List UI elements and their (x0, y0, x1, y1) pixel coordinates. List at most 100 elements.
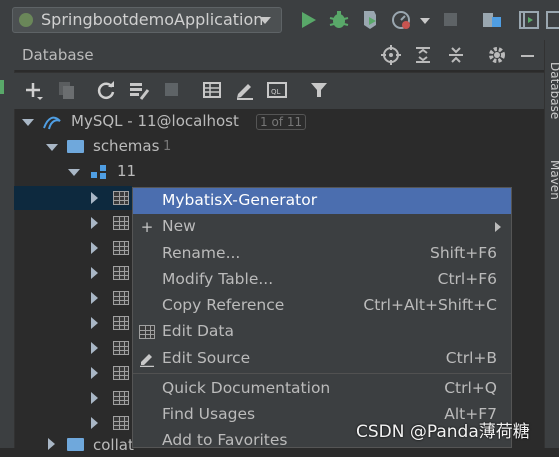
more-icon[interactable] (545, 8, 559, 32)
chevron-right-icon[interactable] (91, 192, 98, 204)
table-icon (113, 341, 129, 355)
schema-icon (91, 165, 106, 179)
connection-badge: 1 of 11 (256, 114, 307, 130)
table-icon (113, 216, 129, 230)
menu-item-modify-table[interactable]: Modify Table... Ctrl+F6 (133, 267, 511, 293)
menu-item-quick-documentation[interactable]: Quick Documentation Ctrl+Q (133, 376, 511, 402)
chevron-right-icon[interactable] (91, 317, 98, 329)
menu-item-label: Copy Reference (162, 296, 285, 314)
table-icon (113, 191, 129, 205)
table-icon (113, 316, 129, 330)
pencil-icon (140, 354, 154, 367)
table-icon (113, 366, 129, 380)
tree-row-schemas[interactable]: schemas 1 (14, 135, 544, 160)
run-configuration-name: SpringbootdemoApplication (41, 10, 264, 29)
menu-item-label: New (162, 217, 196, 235)
menu-item-label: Add to Favorites (162, 431, 288, 449)
plus-icon: + (140, 218, 154, 236)
menu-item-mybatisx-generator[interactable]: MybatisX-Generator (133, 188, 511, 214)
menu-item-label: MybatisX-Generator (162, 191, 318, 209)
menu-item-shortcut: Ctrl+Alt+Shift+C (363, 296, 497, 314)
project-structure-icon[interactable] (480, 8, 504, 32)
edit-icon[interactable] (234, 79, 256, 101)
menu-item-edit-data[interactable]: Edit Data (133, 319, 511, 345)
menu-item-label: Rename... (162, 244, 241, 262)
profiler-icon[interactable] (389, 8, 413, 32)
menu-item-rename[interactable]: Rename... Shift+F6 (133, 241, 511, 267)
collapse-all-icon[interactable] (446, 45, 466, 65)
menu-item-shortcut: Ctrl+Q (444, 379, 497, 397)
chevron-down-icon[interactable] (420, 18, 430, 24)
maven-side-tab[interactable]: Maven (548, 160, 559, 200)
menu-item-shortcut: Ctrl+B (445, 349, 497, 367)
menu-item-label: Modify Table... (162, 270, 274, 288)
connection-label: MySQL - 11@localhost (71, 112, 239, 130)
filter-icon[interactable] (308, 79, 330, 101)
chevron-right-icon[interactable] (91, 217, 98, 229)
menu-item-shortcut: Ctrl+F6 (437, 270, 497, 288)
chevron-right-icon[interactable] (91, 242, 98, 254)
run-icon[interactable] (296, 8, 320, 32)
schemas-count: 1 (163, 139, 172, 154)
chevron-down-icon (259, 17, 271, 24)
menu-separator (133, 373, 511, 374)
chevron-right-icon[interactable] (48, 438, 55, 450)
chevron-right-icon[interactable] (91, 342, 98, 354)
mysql-icon (43, 116, 61, 130)
left-strip-marker (0, 80, 4, 94)
submenu-arrow-icon (495, 222, 501, 232)
menu-item-label: Quick Documentation (162, 379, 331, 397)
add-icon[interactable] (22, 79, 44, 101)
table-icon (139, 324, 155, 340)
stop-icon[interactable] (444, 13, 457, 26)
duplicate-icon[interactable] (55, 79, 77, 101)
menu-item-copy-reference[interactable]: Copy Reference Ctrl+Alt+Shift+C (133, 293, 511, 319)
chevron-right-icon[interactable] (91, 392, 98, 404)
svg-text:QL: QL (271, 88, 281, 96)
table-editor-icon[interactable] (201, 79, 223, 101)
menu-item-label: Find Usages (162, 405, 256, 423)
database-side-tab[interactable]: Database (548, 62, 559, 119)
chevron-down-icon[interactable] (22, 119, 34, 126)
coverage-icon[interactable] (358, 8, 382, 32)
database-panel-title: Database (22, 46, 94, 64)
run-configuration-selector[interactable]: SpringbootdemoApplication (12, 7, 282, 33)
chevron-down-icon[interactable] (68, 169, 80, 176)
schemas-label: schemas (93, 137, 160, 155)
terminal-icon[interactable] (517, 8, 541, 32)
table-icon (139, 325, 155, 339)
refresh-icon[interactable] (95, 79, 117, 101)
chevron-right-icon[interactable] (91, 292, 98, 304)
watermark: CSDN @Panda薄荷糖 (356, 422, 530, 442)
query-console-icon[interactable]: QL (266, 79, 288, 101)
table-icon (113, 416, 129, 430)
table-icon (113, 391, 129, 405)
table-icon (113, 291, 129, 305)
menu-item-label: Edit Data (162, 322, 234, 340)
menu-item-shortcut: Shift+F6 (430, 244, 497, 262)
left-tool-strip (0, 40, 15, 448)
spring-boot-icon (19, 13, 33, 27)
minimize-icon[interactable] (521, 55, 534, 57)
table-icon (113, 241, 129, 255)
stop-icon[interactable] (165, 83, 178, 96)
schema-sync-icon[interactable] (128, 79, 150, 101)
collations-label: collat (93, 436, 134, 454)
debug-icon[interactable] (327, 8, 351, 32)
chevron-right-icon[interactable] (91, 417, 98, 429)
locate-icon[interactable] (381, 45, 401, 65)
tree-row-connection[interactable]: MySQL - 11@localhost 1 of 11 (14, 110, 544, 135)
chevron-right-icon[interactable] (91, 267, 98, 279)
expand-all-icon[interactable] (413, 45, 433, 65)
chevron-down-icon[interactable] (46, 144, 58, 151)
folder-icon (67, 438, 84, 451)
chevron-right-icon[interactable] (91, 367, 98, 379)
menu-item-label: Edit Source (162, 349, 251, 367)
tree-row-schema[interactable]: 11 (14, 160, 544, 185)
folder-icon (67, 140, 84, 153)
schema-name: 11 (117, 162, 137, 180)
menu-item-edit-source[interactable]: Edit Source Ctrl+B (133, 346, 511, 372)
table-icon (113, 266, 129, 280)
menu-item-new[interactable]: + New (133, 214, 511, 240)
gear-icon[interactable] (487, 45, 507, 65)
